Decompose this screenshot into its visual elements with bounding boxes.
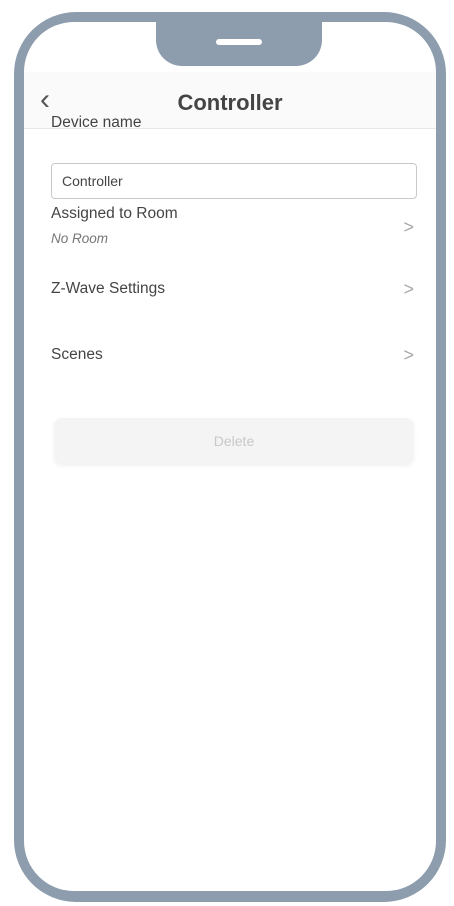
app-screen: ‹ Controller Device name Assigned to Roo… — [24, 22, 436, 891]
row-zwave-settings[interactable]: Z-Wave Settings > — [24, 274, 436, 324]
row-scenes[interactable]: Scenes > — [24, 340, 436, 390]
row-subtitle: No Room — [51, 231, 109, 246]
speaker-bar — [216, 39, 262, 45]
chevron-right-icon: > — [403, 217, 414, 237]
chevron-right-icon: > — [403, 345, 414, 365]
device-name-input[interactable] — [51, 163, 417, 199]
delete-button[interactable]: Delete — [54, 418, 414, 464]
phone-notch — [156, 22, 322, 66]
row-title: Z-Wave Settings — [51, 280, 165, 297]
row-title: Assigned to Room — [51, 205, 178, 222]
row-title: Scenes — [51, 346, 103, 363]
chevron-right-icon: > — [403, 279, 414, 299]
device-name-label: Device name — [51, 114, 142, 131]
row-assigned-room[interactable]: Assigned to Room No Room > — [24, 202, 436, 272]
page-title: Controller — [177, 90, 283, 115]
